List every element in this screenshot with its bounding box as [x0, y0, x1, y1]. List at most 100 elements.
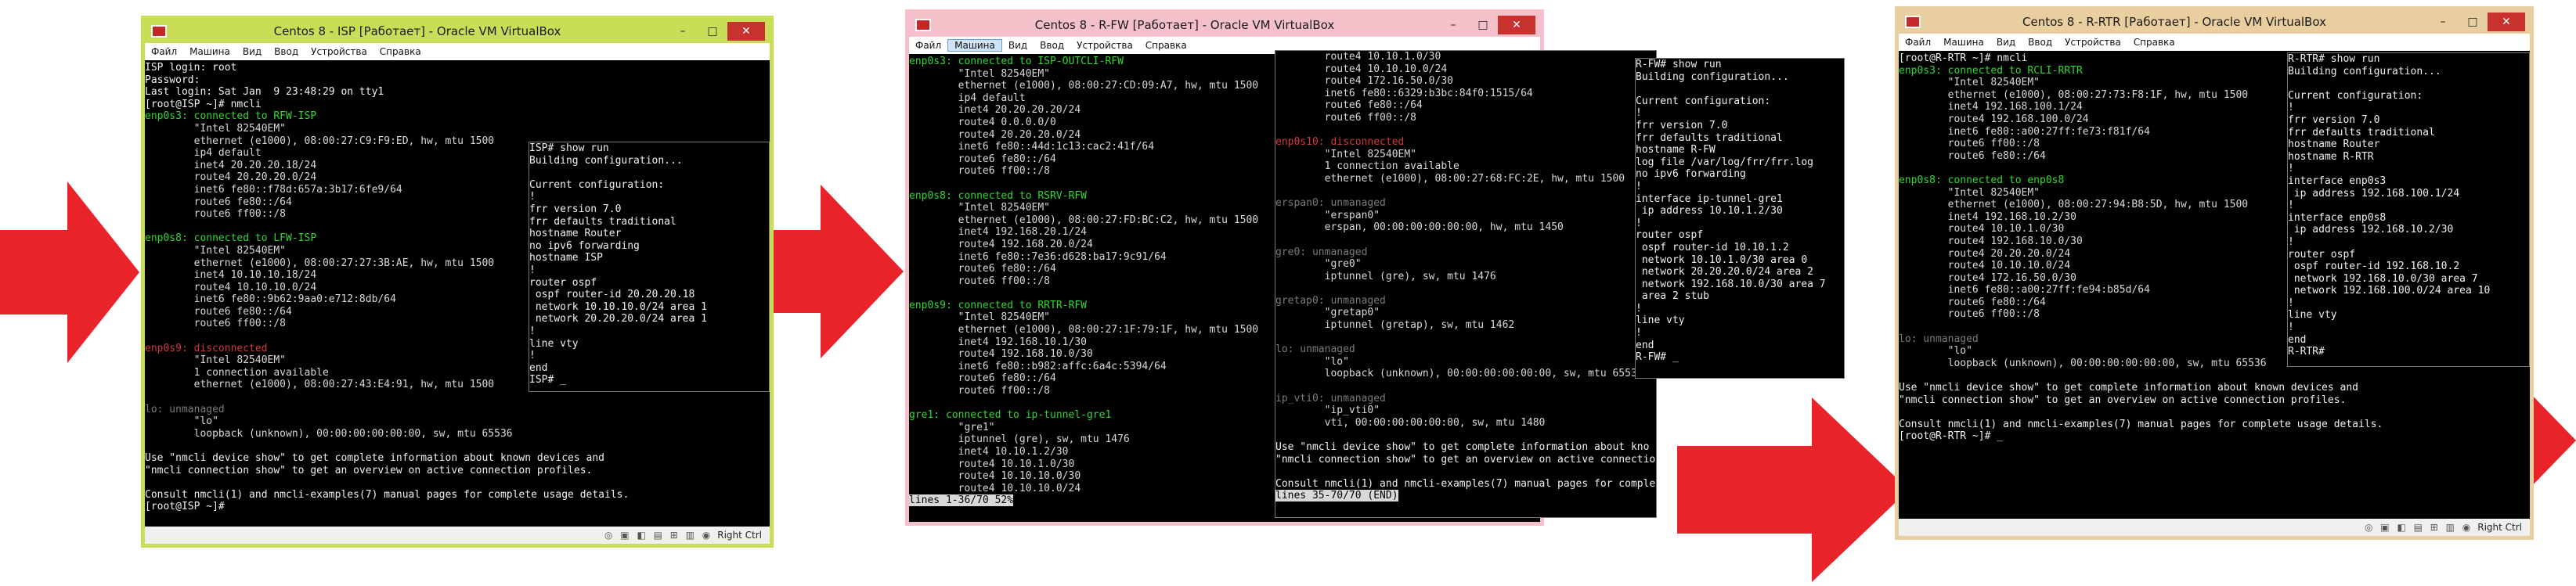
terminal-line: ip address 192.168.10.2/30 [2288, 224, 2454, 236]
terminal-show-run[interactable]: R-FW# show run Building configuration... C… [1635, 58, 1845, 379]
close-button[interactable]: ✕ [727, 22, 765, 41]
menu-help[interactable]: Справка [1139, 40, 1193, 51]
terminal-line: ! [1636, 302, 1642, 315]
terminal-line: vti, 00:00:00:00:00:00, sw, mtu 1480 [1275, 416, 1546, 429]
terminal-line: Building configuration... [1636, 70, 1789, 83]
status-bar: ◎ ▣ ◧ ▤ ⊞ ▥ ◉ Right Ctrl [145, 527, 770, 544]
terminal-line: ISP# _ [529, 374, 566, 386]
terminal-show-run[interactable]: ISP# show run Building configuration... Cu… [529, 142, 770, 392]
status-bar: ◎ ▣ ◧ ▤ ⊞ ▥ ◉ Right Ctrl [1899, 519, 2530, 536]
terminal-line: "erspan0" [1275, 209, 1380, 221]
host-key-label: Right Ctrl [2477, 522, 2522, 533]
minimize-button[interactable]: – [668, 22, 698, 41]
terminal-nmcli-page2[interactable]: route4 10.10.1.0/30 route4 10.10.10.0/24… [1275, 50, 1657, 518]
terminal-line: gretap0: unmanaged [1275, 294, 1386, 307]
terminal-line: inet4 10.10.1.2/30 [909, 446, 1069, 458]
terminal-line: frr defaults traditional [1636, 131, 1783, 144]
menu-machine[interactable]: Машина [1937, 37, 1990, 48]
title-bar[interactable]: Centos 8 - ISP [Работает] - Oracle VM Vi… [145, 20, 770, 43]
terminal-line: "gretap0" [1275, 307, 1380, 319]
terminal-line: route6 fe80::/64 [909, 153, 1056, 165]
menu-view[interactable]: Вид [236, 46, 268, 57]
minimize-button[interactable]: – [2428, 13, 2458, 31]
terminal-line: ethernet (e1000), 08:00:27:CD:09:A7, hw,… [909, 80, 1259, 92]
menu-input[interactable]: Ввод [1034, 40, 1070, 51]
terminal-show-run[interactable]: R-RTR# show run Building configuration...… [2287, 52, 2530, 367]
terminal-line: inet4 192.168.10.1/30 [909, 336, 1087, 348]
close-button[interactable]: ✕ [2488, 13, 2525, 31]
terminal-line: "Intel 82540EM" [909, 67, 1051, 80]
terminal-line: router ospf [529, 276, 597, 289]
terminal-line: inet4 192.168.20.1/24 [909, 226, 1087, 239]
terminal-line: line vty [2288, 309, 2337, 322]
vm-screen[interactable]: ISP login: root Password: Last login: Sat … [145, 60, 770, 527]
terminal-line: ! [529, 325, 536, 337]
terminal-line: network 20.20.20.0/24 area 1 [529, 313, 707, 325]
terminal-line: ! [2288, 163, 2294, 175]
terminal-line: ip4 default [909, 92, 1026, 104]
terminal-line: inet6 fe80::44d:1c13:cac2:41f/64 [909, 141, 1155, 153]
menu-devices[interactable]: Устройства [305, 46, 373, 57]
terminal-line: Consult nmcli(1) and nmcli-examples(7) m… [1899, 418, 2383, 430]
menu-file[interactable]: Файл [1899, 37, 1937, 48]
maximize-button[interactable]: □ [1468, 16, 1498, 34]
terminal-line: no ipv6 forwarding [529, 239, 640, 252]
menu-help[interactable]: Справка [2127, 37, 2181, 48]
minimize-button[interactable]: – [1438, 16, 1468, 34]
menu-help[interactable]: Справка [373, 46, 428, 57]
red-arrow-icon [0, 182, 139, 363]
terminal-line: network 192.168.10.0/30 area 7 [1636, 278, 1826, 290]
menu-bar: Файл Машина Вид Ввод Устройства Справка [1899, 34, 2530, 51]
terminal-line: ! [2288, 297, 2294, 309]
terminal-line: ! [1636, 180, 1642, 192]
menu-file[interactable]: Файл [909, 40, 947, 51]
terminal-line: iptunnel (gre), sw, mtu 1476 [909, 433, 1130, 446]
terminal-line: ospf router-id 10.10.1.2 [1636, 241, 1789, 253]
terminal-line: "Intel 82540EM" [1275, 148, 1417, 160]
menu-file[interactable]: Файл [145, 46, 183, 57]
terminal-line: enp0s9: connected to RRTR-RFW [909, 299, 1087, 311]
terminal-line: ! [2288, 235, 2294, 248]
terminal-line: interface ip-tunnel-gre1 [1636, 192, 1783, 205]
terminal-line: ip_vti0: unmanaged [1275, 392, 1386, 404]
maximize-button[interactable]: □ [698, 22, 727, 41]
terminal-line: route6 fe80::/64 [909, 263, 1056, 275]
menu-devices[interactable]: Устройства [2058, 37, 2127, 48]
terminal-line: frr defaults traditional [2288, 126, 2435, 138]
maximize-button[interactable]: □ [2458, 13, 2488, 31]
terminal-line: inet6 fe80::7e36:d628:ba17:9c91/64 [909, 250, 1167, 263]
terminal-line: "nmcli connection show" to get an overvi… [145, 464, 593, 476]
terminal-nmcli-page1[interactable]: enp0s3: connected to ISP-OUTCLI-RFW "Int… [909, 56, 1282, 522]
terminal-line: ethernet (e1000), 08:00:27:1F:79:1F, hw,… [909, 324, 1259, 336]
menu-view[interactable]: Вид [1990, 37, 2022, 48]
menu-view[interactable]: Вид [1002, 40, 1034, 51]
menu-machine[interactable]: Машина [947, 39, 1002, 52]
terminal-line: "gre0" [1275, 258, 1362, 271]
menu-input[interactable]: Ввод [268, 46, 305, 57]
terminal-line: inet6 fe80::b982:affc:6a4c:5394/64 [909, 360, 1167, 372]
terminal-line: interface enp0s8 [2288, 211, 2387, 224]
terminal-line: ISP login: root [145, 62, 237, 74]
terminal-line: ! [2288, 102, 2294, 114]
terminal-line: frr version 7.0 [1636, 119, 1728, 131]
menu-machine[interactable]: Машина [183, 46, 236, 57]
terminal-line: Last login: Sat Jan 9 23:48:29 on tty1 [145, 86, 384, 99]
close-button[interactable]: ✕ [1498, 16, 1535, 34]
title-bar[interactable]: Centos 8 - R-FW [Работает] - Oracle VM V… [909, 13, 1540, 37]
menu-input[interactable]: Ввод [2022, 37, 2058, 48]
terminal-line: "gre1" [909, 421, 995, 433]
terminal-line: ! [1636, 217, 1642, 229]
terminal-line: R-FW# show run [1636, 59, 1722, 70]
vm-screen[interactable]: [root@R-RTR ~]# nmcli enp0s3: connected t… [1899, 51, 2530, 519]
terminal-line: route4 20.20.20.0/24 [909, 128, 1081, 141]
vm-window-isp[interactable]: Centos 8 - ISP [Работает] - Oracle VM Vi… [141, 16, 774, 548]
terminal-line: network 192.168.10.0/30 area 7 [2288, 272, 2478, 285]
title-bar[interactable]: Centos 8 - R-RTR [Работает] - Oracle VM … [1899, 10, 2530, 34]
vm-window-rrtr[interactable]: Centos 8 - R-RTR [Работает] - Oracle VM … [1895, 6, 2534, 540]
menu-devices[interactable]: Устройства [1070, 40, 1139, 51]
